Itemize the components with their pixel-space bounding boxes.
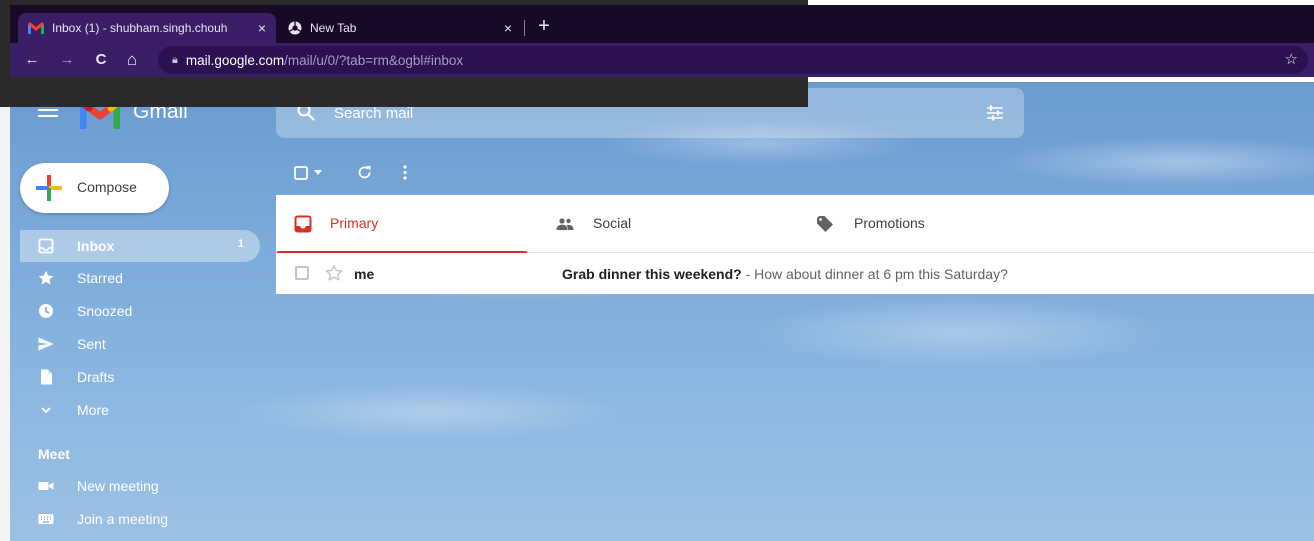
star-icon [38, 270, 54, 285]
browser-tab-title: Inbox (1) - shubham.singh.chouh [52, 21, 228, 35]
sidebar-item-label: More [77, 402, 109, 418]
url-host: mail.google.com [185, 52, 285, 68]
sidebar-item-label: Inbox [77, 238, 115, 254]
send-icon [38, 337, 54, 351]
browser-toolbar: ← → C ⌂ 🔒︎ mail.google.com/mail/u/0/?tab… [10, 43, 1314, 77]
people-icon [556, 218, 574, 230]
bookmark-star-icon[interactable]: ☆ [1285, 50, 1298, 68]
browser-chrome: Inbox (1) - shubham.singh.chouh × New Ta… [0, 0, 1314, 107]
unread-count-badge: 1 [237, 238, 244, 250]
sidebar-item-label: New meeting [77, 478, 159, 494]
address-bar[interactable]: 🔒︎ mail.google.com/mail/u/0/?tab=rm&ogbl… [158, 46, 1308, 74]
chevron-down-icon [41, 407, 51, 414]
clock-icon [39, 304, 53, 318]
compose-label: Compose [77, 179, 137, 195]
tab-primary[interactable]: Primary [276, 195, 528, 254]
email-snippet: How about dinner at 6 pm this Saturday? [754, 266, 1008, 282]
back-button[interactable]: ← [22, 50, 42, 70]
primary-inbox-icon [294, 215, 312, 233]
compose-plus-icon [36, 175, 62, 201]
home-button[interactable]: ⌂ [122, 50, 142, 70]
tab-label: Promotions [854, 215, 925, 231]
draft-icon [41, 369, 52, 385]
search-options-icon[interactable] [986, 104, 1004, 122]
sidebar-item-join-meeting[interactable]: Join a meeting [20, 504, 260, 534]
new-tab-button[interactable]: + [532, 15, 556, 39]
email-content: Grab dinner this weekend? - How about di… [562, 266, 1302, 282]
sidebar-item-inbox[interactable]: Inbox 1 [20, 230, 260, 262]
meet-heading: Meet [38, 446, 70, 462]
inbox-icon [38, 238, 54, 254]
sidebar-item-label: Starred [77, 270, 123, 286]
tab-promotions[interactable]: Promotions [796, 195, 1048, 253]
select-dropdown-caret-icon[interactable] [314, 170, 322, 176]
keyboard-icon [38, 514, 54, 524]
reload-button[interactable]: C [91, 50, 111, 70]
email-subject: Grab dinner this weekend? [562, 266, 742, 282]
refresh-icon[interactable] [357, 165, 372, 180]
more-options-icon[interactable] [403, 165, 407, 180]
mail-list-panel: Primary Social Promotions me Grab dinner… [276, 195, 1314, 295]
sidebar-item-label: Join a meeting [77, 511, 169, 527]
sidebar-item-more[interactable]: More [20, 395, 260, 425]
sidebar-item-label: Drafts [77, 369, 115, 385]
sidebar-item-label: Snoozed [77, 303, 133, 319]
close-tab-icon[interactable]: × [504, 20, 512, 36]
forward-button[interactable]: → [57, 50, 77, 70]
sidebar-item-sent[interactable]: Sent [20, 329, 260, 359]
sidebar-item-snoozed[interactable]: Snoozed [20, 296, 260, 326]
gmail-app: Gmail Compose Inbox 1 [0, 82, 1314, 541]
sidebar-item-drafts[interactable]: Drafts [20, 362, 260, 392]
browser-tab-title: New Tab [310, 21, 357, 35]
browser-tab-inbox[interactable]: Inbox (1) - shubham.singh.chouh × [18, 13, 276, 43]
row-checkbox[interactable] [295, 266, 309, 280]
sidebar-item-label: Sent [77, 336, 106, 352]
page-edge [0, 82, 10, 541]
tag-icon [817, 216, 833, 232]
email-sender: me [354, 266, 375, 282]
lock-icon[interactable]: 🔒︎ [172, 54, 178, 67]
video-icon [38, 482, 54, 490]
star-outline-icon[interactable] [325, 264, 343, 282]
tab-strip: Inbox (1) - shubham.singh.chouh × New Ta… [10, 5, 1314, 43]
url-path: /mail/u/0/?tab=rm&ogbl#inbox [284, 52, 464, 68]
category-tabs: Primary Social Promotions [276, 195, 1314, 254]
chrome-favicon-icon [288, 21, 302, 35]
sidebar-item-starred[interactable]: Starred [20, 263, 260, 293]
sidebar-item-new-meeting[interactable]: New meeting [20, 471, 260, 501]
close-tab-icon[interactable]: × [258, 20, 266, 36]
browser-tab-new-tab[interactable]: New Tab × [278, 13, 522, 43]
gmail-favicon-icon [28, 22, 44, 34]
compose-button[interactable]: Compose [20, 163, 169, 213]
tab-label: Social [593, 215, 632, 231]
table-row[interactable]: me Grab dinner this weekend? - How about… [276, 253, 1314, 294]
tab-label: Primary [330, 215, 379, 231]
tab-separator [524, 20, 525, 36]
tab-social[interactable]: Social [536, 195, 788, 253]
subject-snippet-separator: - [741, 266, 755, 282]
browser-window-frame: Inbox (1) - shubham.singh.chouh × New Ta… [10, 5, 1314, 77]
select-all-checkbox-icon[interactable] [294, 166, 308, 180]
